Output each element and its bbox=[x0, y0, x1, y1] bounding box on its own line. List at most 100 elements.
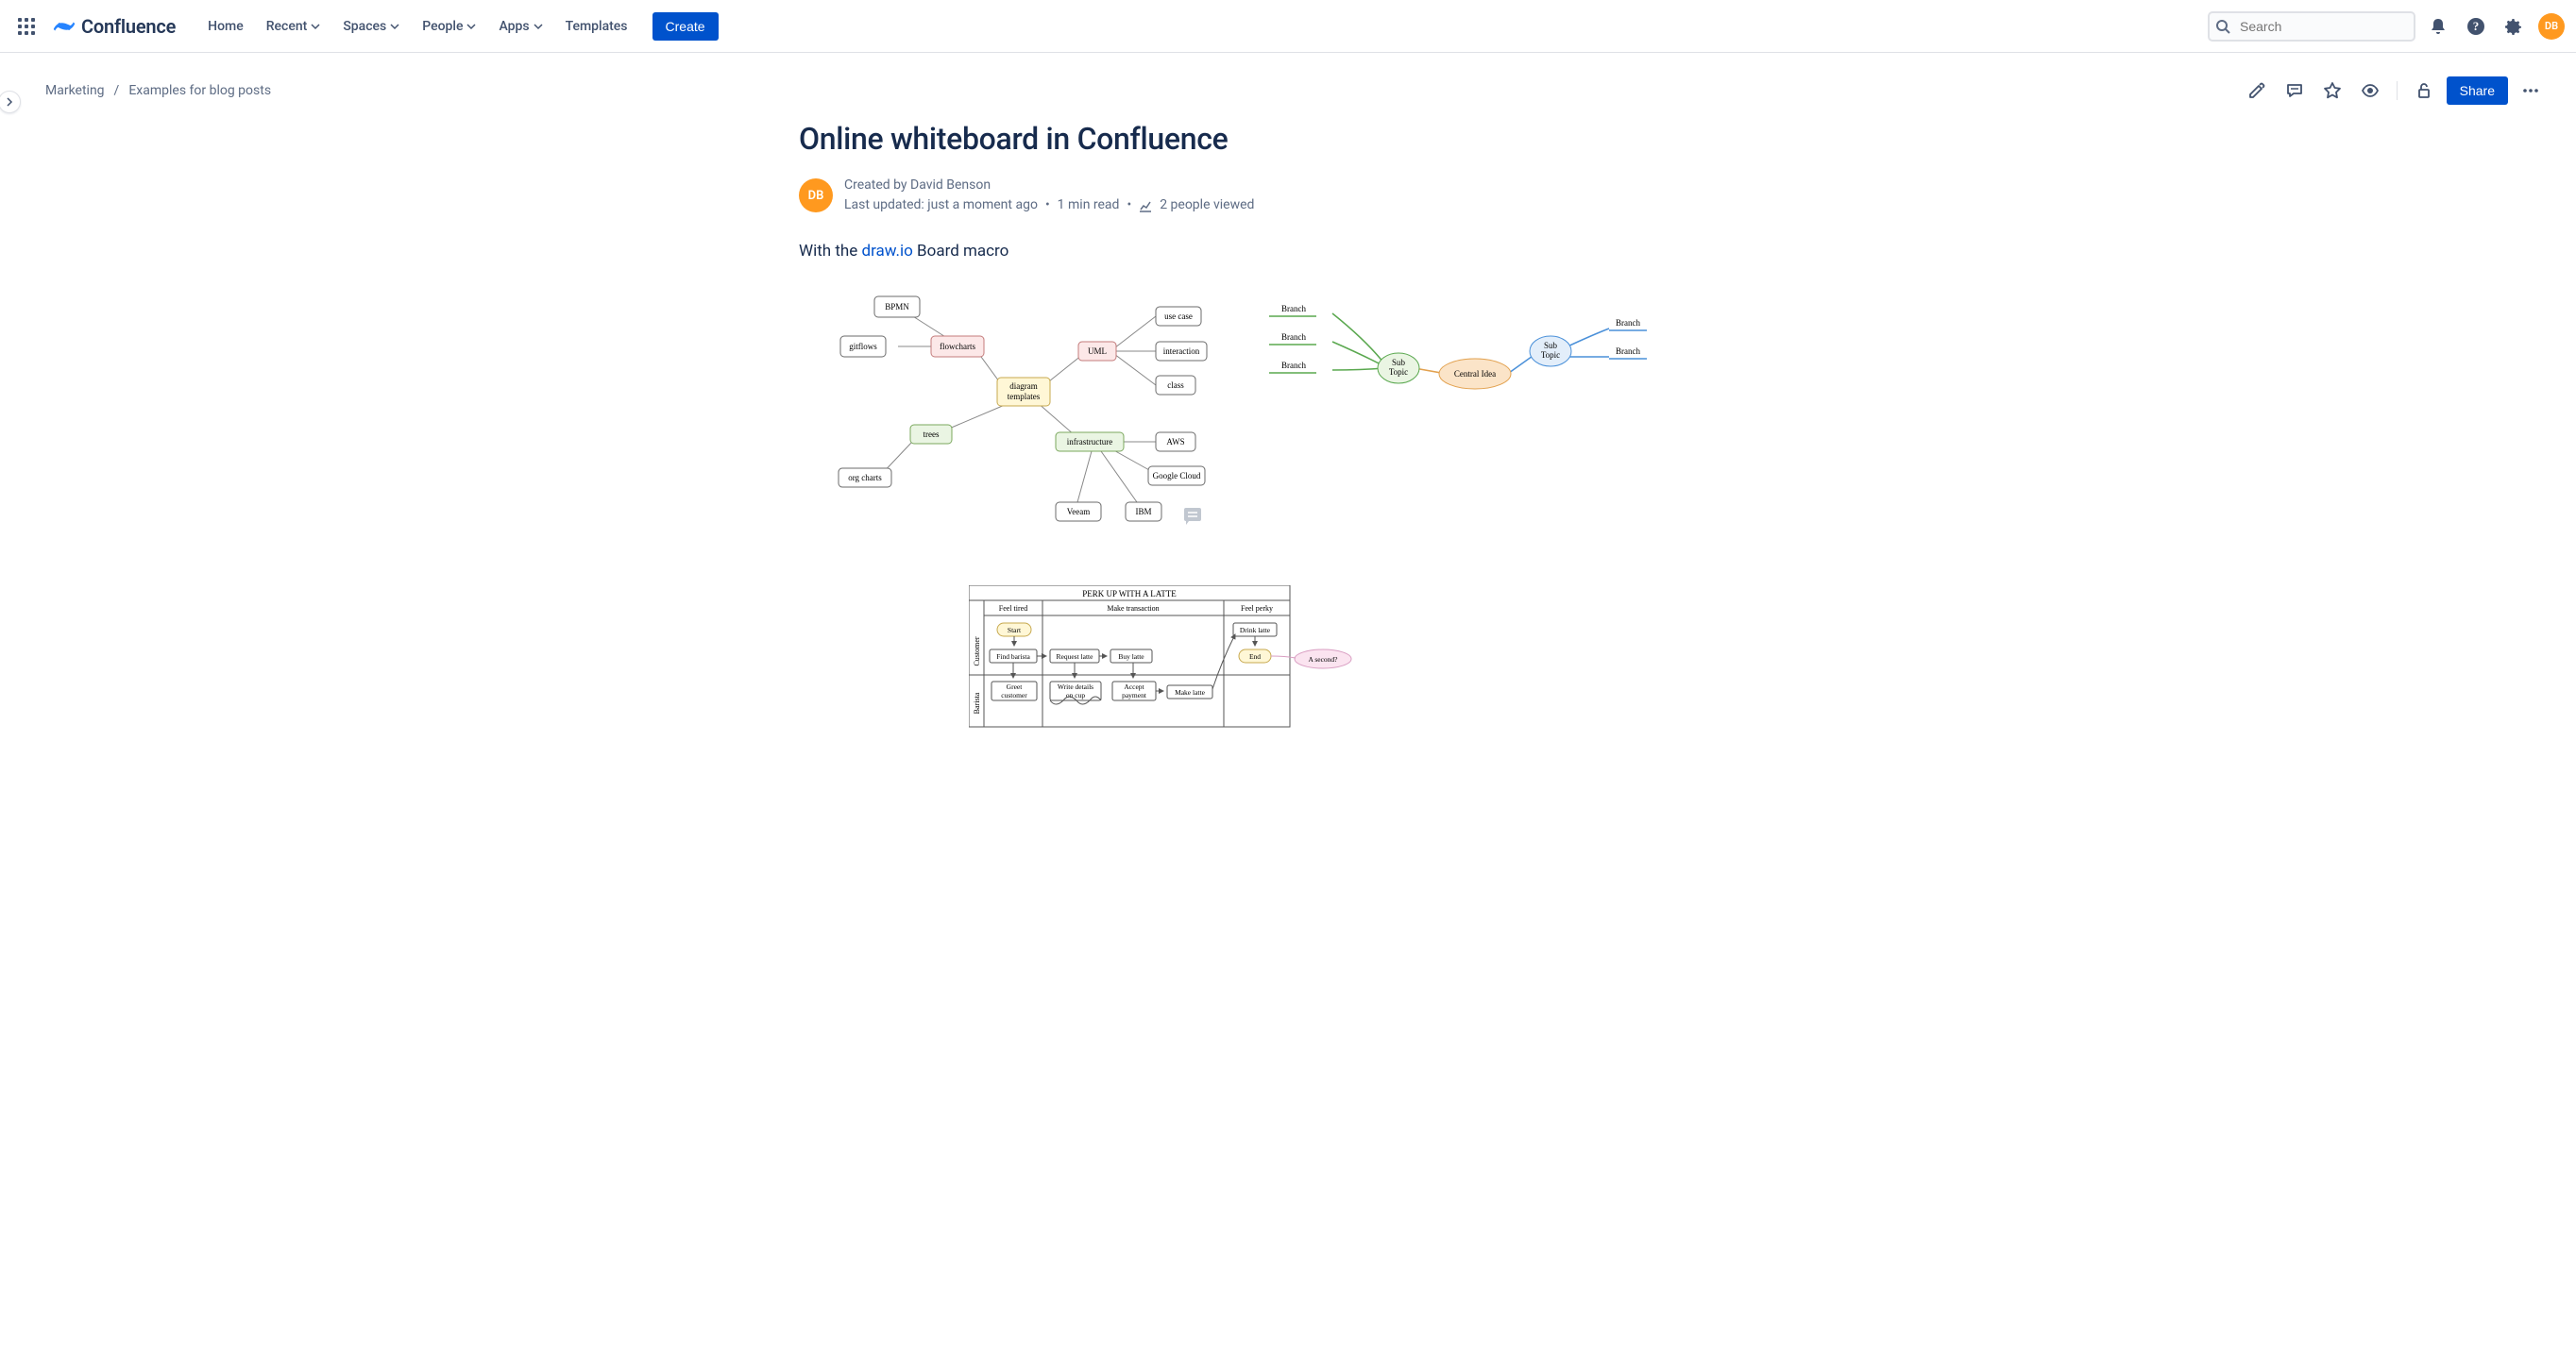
svg-text:on cup: on cup bbox=[1066, 691, 1085, 699]
expand-sidebar-handle[interactable] bbox=[0, 91, 21, 113]
svg-text:AWS: AWS bbox=[1166, 437, 1184, 447]
svg-text:Feel perky: Feel perky bbox=[1241, 604, 1273, 613]
author-name[interactable]: David Benson bbox=[910, 177, 991, 193]
svg-text:interaction: interaction bbox=[1163, 346, 1200, 356]
restrictions-icon[interactable] bbox=[2409, 76, 2439, 106]
confluence-icon bbox=[53, 15, 76, 38]
divider bbox=[2397, 81, 2398, 100]
content-area: Marketing / Examples for blog posts Shar… bbox=[0, 53, 2576, 774]
page-actions: Share bbox=[2242, 76, 2546, 106]
svg-text:gitflows: gitflows bbox=[849, 342, 877, 351]
search-input[interactable] bbox=[2208, 11, 2415, 42]
top-navigation: Confluence Home Recent Spaces People App… bbox=[0, 0, 2576, 53]
svg-text:BPMN: BPMN bbox=[885, 302, 909, 312]
chevron-down-icon bbox=[534, 22, 543, 31]
last-updated: Last updated: just a moment ago bbox=[844, 195, 1038, 215]
svg-text:Greet: Greet bbox=[1007, 682, 1024, 691]
analytics-icon bbox=[1139, 199, 1152, 212]
page-header-row: Marketing / Examples for blog posts Shar… bbox=[45, 76, 2546, 106]
watch-icon[interactable] bbox=[2355, 76, 2385, 106]
svg-text:infrastructure: infrastructure bbox=[1067, 437, 1112, 447]
central-idea-mindmap: SubTopic Central Idea SubTopic Branch Br… bbox=[1252, 283, 1649, 444]
diagrams-row: BPMN gitflows flowcharts diagramtemplate… bbox=[799, 283, 1792, 548]
svg-text:Branch: Branch bbox=[1281, 332, 1306, 342]
svg-text:?: ? bbox=[2473, 19, 2480, 33]
svg-text:Branch: Branch bbox=[1281, 304, 1306, 313]
nav-spaces[interactable]: Spaces bbox=[333, 13, 409, 40]
svg-text:Feel tired: Feel tired bbox=[999, 604, 1027, 613]
breadcrumb-parent[interactable]: Examples for blog posts bbox=[128, 83, 271, 98]
svg-text:Sub: Sub bbox=[1392, 358, 1406, 367]
svg-text:Topic: Topic bbox=[1541, 350, 1560, 360]
comment-bubble-icon bbox=[1184, 508, 1201, 525]
read-time: 1 min read bbox=[1058, 195, 1120, 215]
nav-templates[interactable]: Templates bbox=[556, 13, 637, 40]
notifications-icon[interactable] bbox=[2423, 11, 2453, 42]
app-switcher-icon[interactable] bbox=[11, 11, 42, 42]
dot-sep: • bbox=[1127, 195, 1131, 215]
svg-text:Topic: Topic bbox=[1389, 367, 1408, 377]
search-wrap bbox=[2208, 11, 2415, 42]
intro-prefix: With the bbox=[799, 242, 862, 261]
svg-text:Write details: Write details bbox=[1058, 682, 1093, 691]
svg-text:Buy latte: Buy latte bbox=[1118, 652, 1144, 661]
svg-text:org charts: org charts bbox=[848, 473, 882, 482]
svg-text:Start: Start bbox=[1008, 626, 1022, 634]
more-actions-icon[interactable] bbox=[2516, 76, 2546, 106]
user-avatar[interactable]: DB bbox=[2538, 13, 2565, 40]
svg-text:flowcharts: flowcharts bbox=[940, 342, 975, 351]
svg-text:UML: UML bbox=[1088, 346, 1107, 356]
edit-icon[interactable] bbox=[2242, 76, 2272, 106]
author-avatar[interactable]: DB bbox=[799, 178, 833, 212]
confluence-wordmark: Confluence bbox=[81, 15, 176, 38]
chevron-right-icon bbox=[5, 97, 14, 107]
byline: DB Created by David Benson Last updated:… bbox=[799, 176, 1792, 215]
page-body: Online whiteboard in Confluence DB Creat… bbox=[776, 121, 1815, 736]
created-by-label: Created by bbox=[844, 177, 910, 193]
swimlane-diagram: PERK UP WITH A LATTE Customer Barista Fe… bbox=[969, 585, 1792, 736]
svg-text:A second?: A second? bbox=[1308, 655, 1338, 664]
svg-text:End: End bbox=[1249, 652, 1261, 661]
svg-text:IBM: IBM bbox=[1135, 507, 1151, 516]
nav-recent[interactable]: Recent bbox=[257, 13, 330, 40]
help-icon[interactable]: ? bbox=[2461, 11, 2491, 42]
svg-text:Central Idea: Central Idea bbox=[1454, 369, 1496, 379]
svg-text:PERK UP WITH A LATTE: PERK UP WITH A LATTE bbox=[1082, 589, 1177, 598]
chevron-down-icon bbox=[466, 22, 476, 31]
svg-text:diagram: diagram bbox=[1009, 381, 1038, 391]
dot-sep: • bbox=[1045, 195, 1050, 215]
chevron-down-icon bbox=[390, 22, 399, 31]
nav-people[interactable]: People bbox=[413, 13, 485, 40]
drawio-link[interactable]: draw.io bbox=[862, 242, 913, 261]
svg-text:Sub: Sub bbox=[1544, 341, 1558, 350]
comment-icon[interactable] bbox=[2279, 76, 2310, 106]
svg-text:templates: templates bbox=[1008, 392, 1041, 401]
svg-text:Branch: Branch bbox=[1281, 361, 1306, 370]
svg-text:Branch: Branch bbox=[1616, 318, 1640, 328]
nav-apps[interactable]: Apps bbox=[489, 13, 551, 40]
byline-meta: Created by David Benson Last updated: ju… bbox=[844, 176, 1254, 215]
star-icon[interactable] bbox=[2317, 76, 2347, 106]
share-button[interactable]: Share bbox=[2447, 76, 2508, 105]
breadcrumb: Marketing / Examples for blog posts bbox=[45, 83, 271, 98]
svg-text:Find barista: Find barista bbox=[996, 652, 1030, 661]
svg-text:Make transaction: Make transaction bbox=[1107, 604, 1159, 613]
svg-text:use case: use case bbox=[1164, 312, 1193, 321]
create-button[interactable]: Create bbox=[652, 12, 719, 41]
svg-text:Make latte: Make latte bbox=[1175, 688, 1206, 697]
svg-text:Google Cloud: Google Cloud bbox=[1153, 471, 1201, 480]
svg-text:payment: payment bbox=[1122, 691, 1147, 699]
confluence-logo[interactable]: Confluence bbox=[45, 15, 183, 38]
svg-text:Request latte: Request latte bbox=[1057, 652, 1094, 661]
intro-line: With the draw.io Board macro bbox=[799, 242, 1792, 261]
svg-text:Veeam: Veeam bbox=[1067, 507, 1091, 516]
nav-home[interactable]: Home bbox=[198, 13, 253, 40]
svg-text:Customer: Customer bbox=[973, 636, 981, 666]
nav-items: Home Recent Spaces People Apps Templates… bbox=[198, 12, 718, 41]
page-title: Online whiteboard in Confluence bbox=[799, 121, 1792, 157]
svg-text:Drink latte: Drink latte bbox=[1240, 626, 1271, 634]
settings-icon[interactable] bbox=[2499, 11, 2529, 42]
breadcrumb-space[interactable]: Marketing bbox=[45, 83, 105, 98]
chevron-down-icon bbox=[311, 22, 320, 31]
views-count: 2 people viewed bbox=[1160, 195, 1254, 215]
